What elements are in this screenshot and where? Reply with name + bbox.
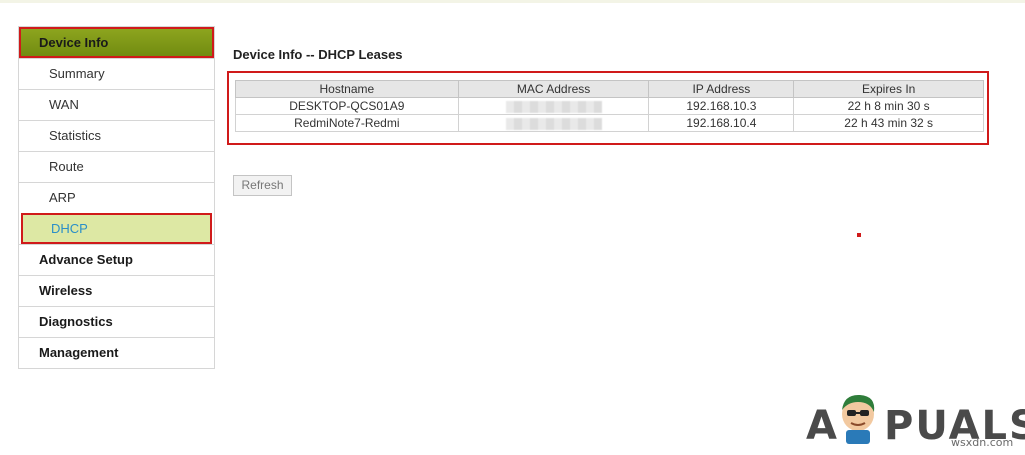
sidebar-head-device-info[interactable]: Device Info	[19, 27, 214, 58]
refresh-button[interactable]: Refresh	[233, 175, 292, 196]
table-row: DESKTOP-QCS01A9 192.168.10.3 22 h 8 min …	[235, 97, 984, 115]
cell-expires-in: 22 h 43 min 32 s	[793, 114, 984, 132]
column-header-mac-address: MAC Address	[457, 80, 650, 98]
sidebar-section-advance-setup[interactable]: Advance Setup	[19, 244, 214, 275]
cell-ip-address: 192.168.10.3	[648, 97, 795, 115]
sidebar-section-wireless[interactable]: Wireless	[19, 275, 214, 306]
sidebar-nav: Device Info Summary WAN Statistics Route…	[18, 26, 215, 369]
sidebar-item-statistics[interactable]: Statistics	[19, 120, 214, 151]
cell-hostname: DESKTOP-QCS01A9	[235, 97, 459, 115]
cell-ip-address: 192.168.10.4	[648, 114, 795, 132]
sidebar-section-diagnostics[interactable]: Diagnostics	[19, 306, 214, 337]
dhcp-leases-table-highlight: Hostname MAC Address IP Address Expires …	[227, 71, 989, 145]
table-row: RedmiNote7-Redmi 192.168.10.4 22 h 43 mi…	[235, 114, 984, 132]
cell-hostname: RedmiNote7-Redmi	[235, 114, 459, 132]
redacted-mac-blur	[505, 117, 602, 130]
top-border	[0, 0, 1025, 3]
sidebar-item-route[interactable]: Route	[19, 151, 214, 182]
page-title: Device Info -- DHCP Leases	[233, 47, 403, 62]
mascot-icon	[842, 394, 875, 444]
dhcp-leases-table: Hostname MAC Address IP Address Expires …	[235, 80, 984, 132]
cell-mac-address-redacted	[457, 97, 650, 115]
column-header-expires-in: Expires In	[793, 80, 984, 98]
red-marker-dot	[857, 233, 861, 237]
site-watermark: wsxdn.com	[951, 436, 1014, 449]
sidebar-item-dhcp[interactable]: DHCP	[21, 213, 212, 244]
sidebar-section-management[interactable]: Management	[19, 337, 214, 368]
cell-expires-in: 22 h 8 min 30 s	[793, 97, 984, 115]
redacted-mac-blur	[505, 100, 602, 113]
column-header-ip-address: IP Address	[648, 80, 795, 98]
cell-mac-address-redacted	[457, 114, 650, 132]
sidebar-item-summary[interactable]: Summary	[19, 58, 214, 89]
sidebar-item-wan[interactable]: WAN	[19, 89, 214, 120]
sidebar-item-arp[interactable]: ARP	[19, 182, 214, 213]
table-header-row: Hostname MAC Address IP Address Expires …	[235, 80, 984, 98]
column-header-hostname: Hostname	[235, 80, 459, 98]
